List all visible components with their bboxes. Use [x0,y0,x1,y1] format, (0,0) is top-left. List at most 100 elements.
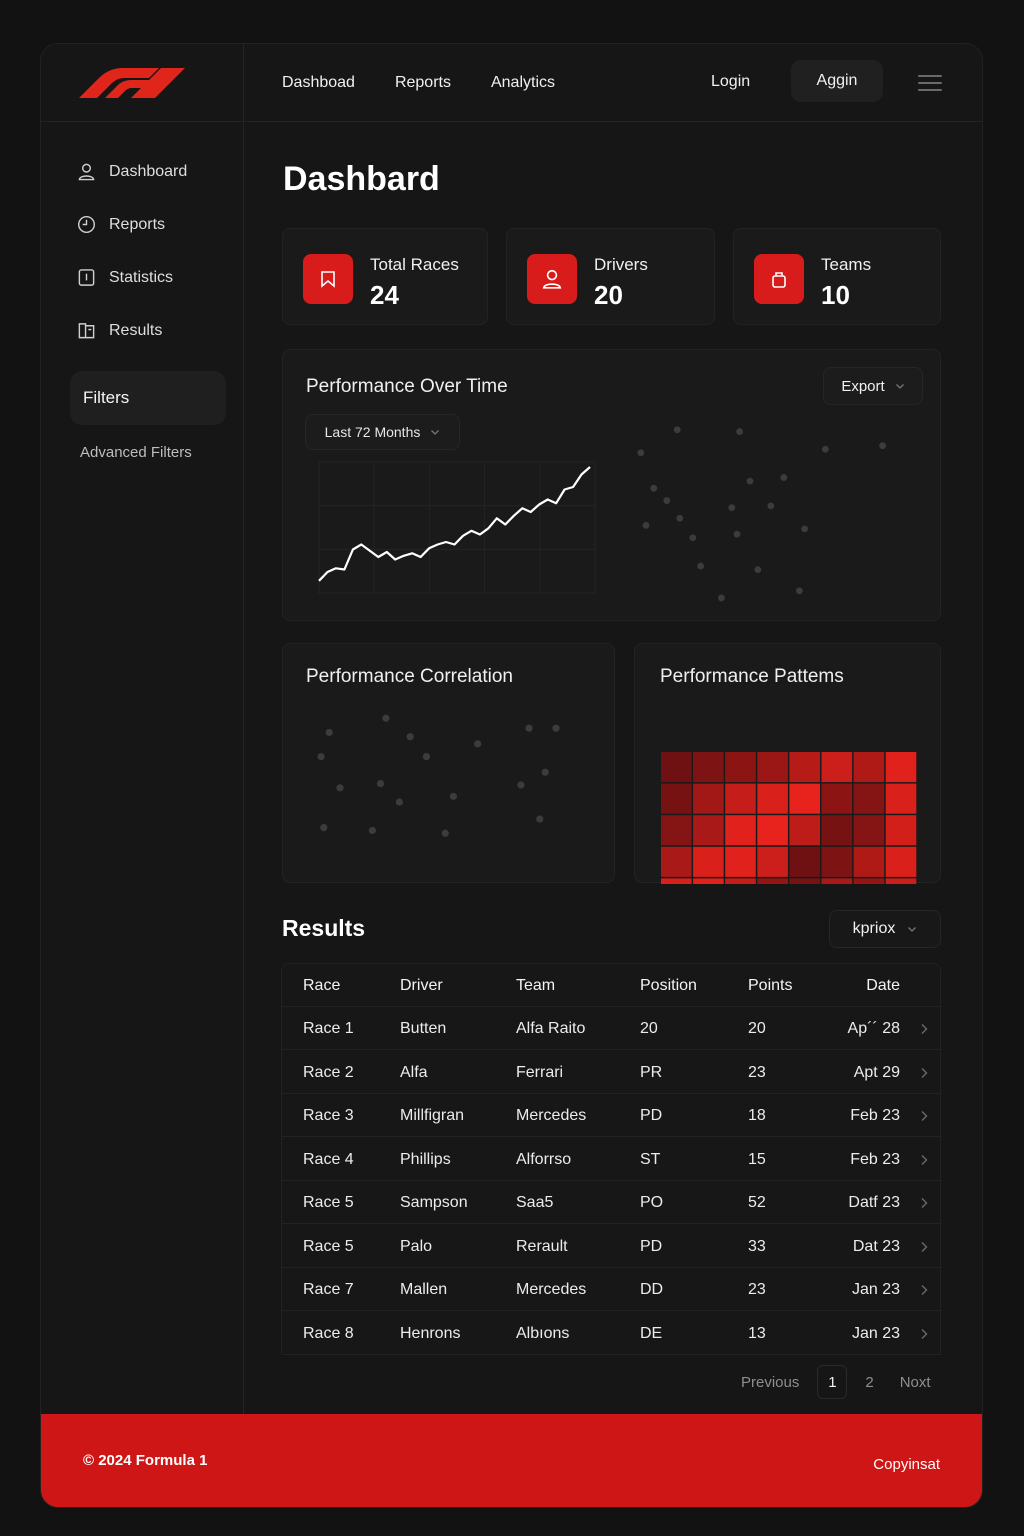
login-link[interactable]: Login [711,73,750,91]
scatter-point [780,474,788,481]
flag-icon [303,254,353,304]
chevron-right-icon[interactable] [920,1110,928,1122]
cell-driver: Mallen [400,1281,448,1298]
scatter-point [517,781,525,789]
heatmap-cell [885,815,917,846]
scatter-point [676,514,684,522]
chevron-right-icon[interactable] [920,1241,928,1253]
sidebar-item-reports[interactable]: Reports [77,215,165,234]
results-title: Results [282,915,366,941]
heatmap-cell [661,752,692,783]
table-row[interactable]: Race 1 Butten Alfa Raito 20 20 Ap´´ 28 [282,1007,942,1050]
table-row[interactable]: Race 8 Henrons Albıons DE 13 Jan 23 [282,1312,942,1355]
table-row[interactable]: Race 7 Mallen Mercedes DD 23 Jan 23 [282,1268,942,1311]
footer-link[interactable]: Copyinsat [873,1456,940,1473]
heatmap-cell [725,846,756,877]
scatter-point [336,784,344,792]
chevron-right-icon[interactable] [920,1197,928,1209]
table-row[interactable]: Race 5 Palo Rerault PD 33 Dat 23 [282,1225,942,1268]
heatmap-cell [853,752,885,783]
column-header-position[interactable]: Position [640,977,697,995]
page-2-button[interactable]: 2 [865,1374,873,1391]
filters-button[interactable]: Filters [70,371,226,425]
column-header-driver[interactable]: Driver [400,977,443,995]
sidebar-item-statistics[interactable]: Statistics [77,268,173,287]
heatmap-cell [661,846,692,877]
heatmap-cell [725,783,756,814]
app-window: Dashboad Reports Analytics Login Aggin D… [40,43,983,1508]
scatter-point [801,525,808,533]
document-icon [78,323,95,339]
f1-logo[interactable] [79,68,185,98]
sidebar-item-label: Statistics [109,268,174,286]
table-row[interactable]: Race 4 Phillips Alforrso ST 15 Feb 23 [282,1138,942,1181]
heatmap-cell [693,846,724,877]
sidebar-item-dashboard[interactable]: Dashboard [77,162,187,181]
table-row[interactable]: Race 5 Sampson Saa5 PO 52 Datf 23 [282,1181,942,1224]
scatter-point [689,534,697,542]
cell-points: 23 [748,1063,766,1081]
cell-race: Race 5 [303,1194,354,1211]
scatter-point [325,728,333,737]
chevron-right-icon[interactable] [920,1328,928,1340]
cell-driver: Millfigran [400,1107,465,1124]
cell-driver: Henrons [400,1324,461,1342]
next-page-button[interactable]: Noxt [900,1374,931,1391]
nav-dashboard[interactable]: Dashboad [282,74,355,92]
chevron-right-icon[interactable] [920,1284,928,1296]
page-1-button[interactable]: 1 [817,1365,848,1399]
scatter-point [754,566,762,573]
cell-points: 15 [748,1150,766,1168]
heatmap-cell [885,846,917,877]
scatter-point [441,829,449,837]
stat-value: 10 [821,280,850,310]
heatmap-cell [661,878,692,884]
table-row[interactable]: Race 3 Millfigran Mercedes PD 18 Feb 23 [282,1094,942,1137]
column-header-date[interactable]: Date [866,977,900,995]
cell-points: 33 [748,1237,766,1255]
sidebar-item-results[interactable]: Results [77,321,162,340]
chevron-right-icon[interactable] [920,1067,928,1079]
results-table: Race Driver Team Position Points Date Ra… [281,963,942,1355]
cell-driver: Butten [400,1020,447,1037]
cell-points: 52 [748,1194,766,1211]
scatter-point [474,740,482,748]
scatter-point [376,779,385,788]
chevron-down-icon [908,927,917,932]
cell-driver: Phillips [400,1150,451,1168]
top-bar: Dashboad Reports Analytics Login Aggin [41,44,982,122]
cell-date: Apt 29 [853,1063,900,1081]
cell-race: Race 3 [303,1107,354,1124]
column-header-race[interactable]: Race [303,977,340,995]
cell-date: Jan 23 [851,1281,900,1298]
table-header: Race Driver Team Position Points Date [282,964,942,1007]
scatter-point [642,521,650,529]
column-header-points[interactable]: Points [748,977,792,995]
footer-copyright: © 2024 Formula 1 [83,1452,208,1469]
hamburger-icon[interactable] [918,75,942,91]
cell-position: PR [640,1063,663,1081]
cell-team: Ferrari [516,1063,564,1081]
heatmap-cell [693,815,724,846]
cell-race: Race 1 [303,1020,354,1037]
cell-position: DE [640,1324,663,1342]
chevron-right-icon[interactable] [920,1154,928,1166]
stat-value: 20 [594,280,623,310]
cell-race: Race 4 [303,1150,354,1168]
previous-page-button[interactable]: Previous [741,1374,799,1391]
nav-analytics[interactable]: Analytics [491,74,555,92]
heatmap-cell [757,878,788,884]
cell-date: Ap´´ 28 [847,1020,900,1037]
advanced-filters-link[interactable]: Advanced Filters [80,444,192,461]
column-header-team[interactable]: Team [516,977,555,995]
heatmap-cell [693,878,724,884]
performance-line [318,466,591,582]
signup-button[interactable]: Aggin [791,60,883,102]
nav-reports[interactable]: Reports [395,74,451,92]
chevron-right-icon[interactable] [920,1023,928,1035]
sort-select[interactable]: kpriox [829,910,941,948]
table-row[interactable]: Race 2 Alfa Ferrari PR 23 Apt 29 [282,1051,942,1094]
heatmap-cell [885,783,917,814]
heatmap-cell [853,878,885,884]
scatter-point [637,449,645,457]
